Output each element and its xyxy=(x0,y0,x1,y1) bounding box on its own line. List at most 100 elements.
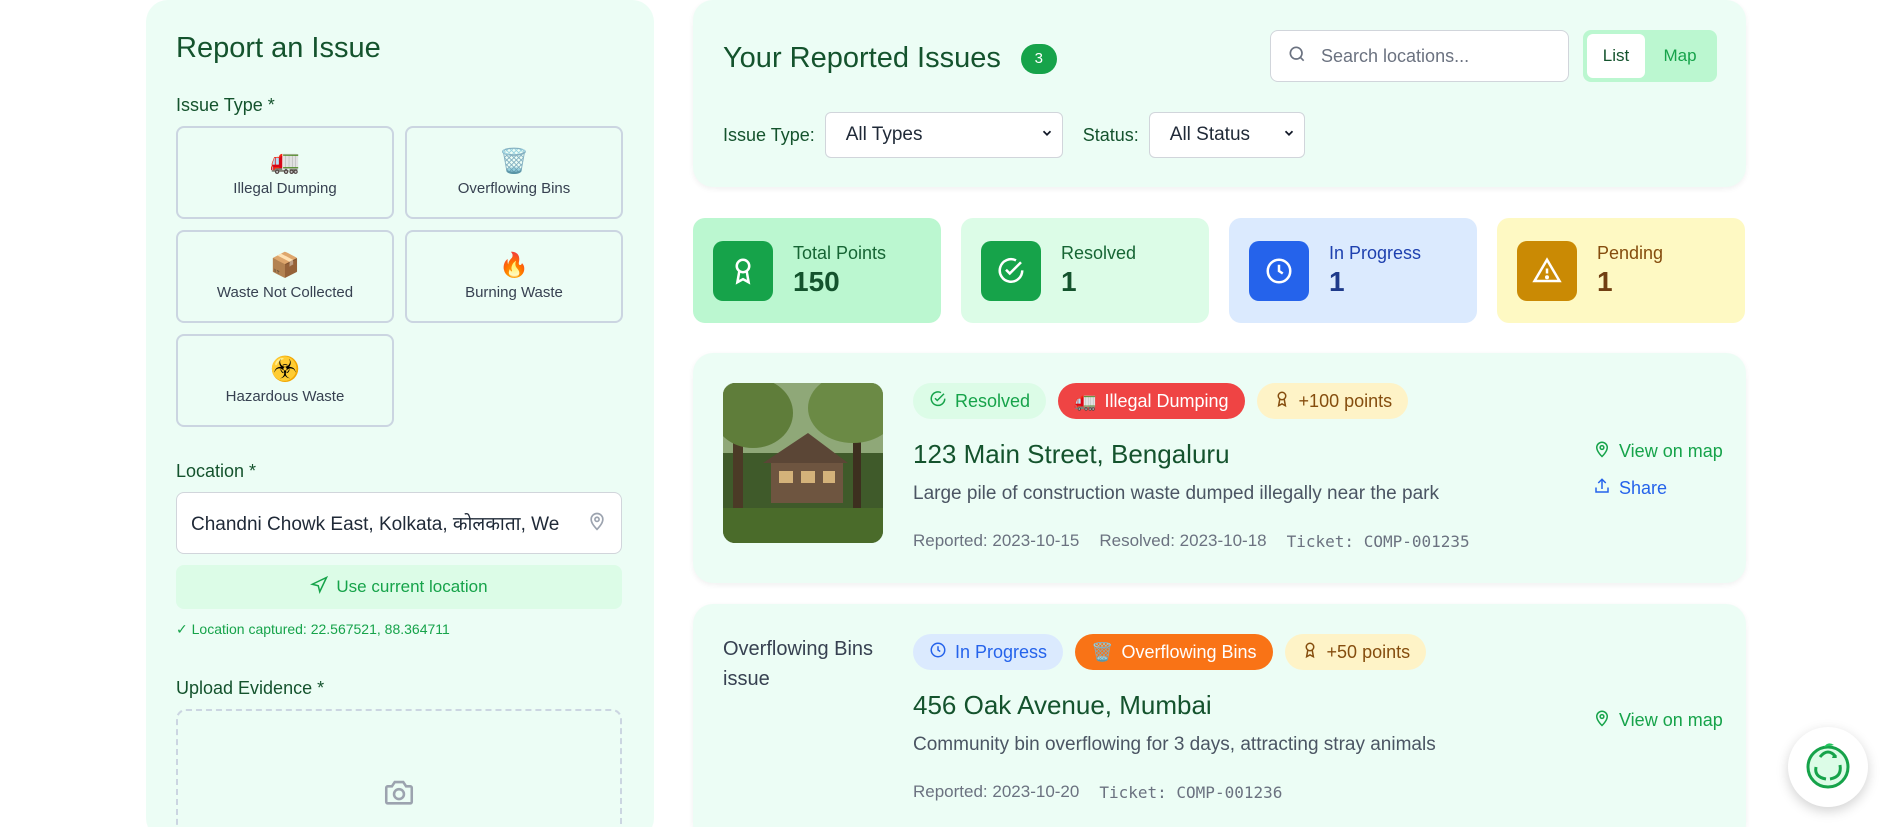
report-form-title: Report an Issue xyxy=(176,32,381,64)
stat-value: 150 xyxy=(793,266,840,297)
report-form-panel: Report an Issue Issue Type * 🚛 Illegal D… xyxy=(146,0,654,827)
view-on-map-link[interactable]: View on map xyxy=(1593,439,1723,464)
issue-type-waste-not-collected[interactable]: 📦 Waste Not Collected xyxy=(176,230,394,323)
recycle-assistant-button[interactable] xyxy=(1788,727,1868,807)
check-circle-icon xyxy=(929,390,947,413)
use-current-location-button[interactable]: Use current location xyxy=(176,565,622,609)
status-badge-label: In Progress xyxy=(955,641,1048,662)
issues-header: Your Reported Issues 3 Search locations.… xyxy=(693,0,1746,187)
search-placeholder: Search locations... xyxy=(1321,45,1470,66)
stat-value: 1 xyxy=(1061,266,1077,297)
issue-address: 456 Oak Avenue, Mumbai xyxy=(913,690,1212,720)
issue-type-hazardous-waste[interactable]: ☣️ Hazardous Waste xyxy=(176,334,394,427)
status-badge: Resolved xyxy=(913,383,1047,419)
issue-actions: View on map Share xyxy=(1593,439,1723,501)
ticket-id: Ticket: COMP-001236 xyxy=(1099,782,1283,802)
issue-description: Large pile of construction waste dumped … xyxy=(913,483,1439,504)
reported-date: Reported: 2023-10-15 xyxy=(913,531,1080,550)
type-badge: 🚛 Illegal Dumping xyxy=(1058,383,1245,419)
search-input[interactable]: Search locations... xyxy=(1270,30,1569,82)
award-icon xyxy=(1273,390,1291,413)
issue-type-grid: 🚛 Illegal Dumping 🗑️ Overflowing Bins 📦 … xyxy=(176,126,624,427)
issue-type-burning-waste[interactable]: 🔥 Burning Waste xyxy=(405,230,623,323)
issue-type-label: Illegal Dumping xyxy=(233,180,337,197)
view-map-button[interactable]: Map xyxy=(1651,34,1709,78)
status-select[interactable]: All Status xyxy=(1148,112,1305,158)
type-badge-label: Overflowing Bins xyxy=(1121,641,1257,662)
stat-pending: Pending 1 xyxy=(1497,218,1745,323)
view-on-map-label: View on map xyxy=(1619,441,1723,461)
issue-type-select[interactable]: All Types xyxy=(824,112,1063,158)
recycle-icon xyxy=(1800,737,1856,798)
stat-in-progress: In Progress 1 xyxy=(1229,218,1477,323)
award-icon xyxy=(713,240,773,301)
share-link[interactable]: Share xyxy=(1593,476,1723,501)
location-captured-text: ✓ Location captured: 22.567521, 88.36471… xyxy=(176,621,450,637)
camera-icon xyxy=(379,775,419,814)
issue-type-filter-label: Issue Type: xyxy=(723,124,815,145)
clock-icon xyxy=(929,641,947,664)
issue-type-label: Issue Type * xyxy=(176,95,275,115)
issue-photo xyxy=(723,383,883,543)
status-badge: In Progress xyxy=(913,634,1064,670)
stat-value: 1 xyxy=(1597,266,1613,297)
stat-label: Total Points xyxy=(793,243,887,263)
issue-actions: View on map xyxy=(1593,708,1723,733)
app-page: Report an Issue Issue Type * 🚛 Illegal D… xyxy=(0,0,1892,827)
issue-type-illegal-dumping[interactable]: 🚛 Illegal Dumping xyxy=(176,126,394,219)
issue-tags: In Progress 🗑️ Overflowing Bins +50 poin… xyxy=(913,634,1427,670)
issues-title-row: Your Reported Issues 3 xyxy=(723,42,1057,75)
points-badge-label: +50 points xyxy=(1326,641,1411,662)
award-icon xyxy=(1301,641,1319,664)
map-pin-icon xyxy=(1593,708,1611,733)
use-current-location-label: Use current location xyxy=(336,577,488,596)
issue-description: Community bin overflowing for 3 days, at… xyxy=(913,734,1436,755)
stat-value: 1 xyxy=(1329,266,1345,297)
view-toggle: List Map xyxy=(1583,30,1717,82)
view-list-button[interactable]: List xyxy=(1587,34,1645,78)
issue-type-label: Hazardous Waste xyxy=(225,388,345,405)
issue-meta: Reported: 2023-10-15 Resolved: 2023-10-1… xyxy=(913,531,1470,551)
truck-icon: 🚛 xyxy=(270,148,300,175)
issues-title: Your Reported Issues xyxy=(723,42,1001,74)
resolved-date: Resolved: 2023-10-18 xyxy=(1099,531,1267,550)
issue-type-overflowing-bins[interactable]: 🗑️ Overflowing Bins xyxy=(405,126,623,219)
stat-label: Resolved xyxy=(1061,243,1137,263)
trash-bin-icon: 🗑️ xyxy=(499,148,529,175)
upload-dropzone[interactable] xyxy=(176,709,622,827)
status-filter-label: Status: xyxy=(1082,124,1139,145)
share-icon xyxy=(1593,476,1611,501)
location-input[interactable]: Chandni Chowk East, Kolkata, कोलकाता, We xyxy=(176,492,622,554)
issue-card: Overflowing Bins issue In Progress 🗑️ Ov… xyxy=(693,604,1746,827)
points-badge-label: +100 points xyxy=(1298,390,1393,411)
points-badge: +50 points xyxy=(1284,634,1427,670)
issue-card: Resolved 🚛 Illegal Dumping +100 points 1… xyxy=(693,353,1746,583)
issue-type-label: Overflowing Bins xyxy=(457,180,571,197)
issue-photo-broken: Overflowing Bins issue xyxy=(723,634,883,694)
issue-tags: Resolved 🚛 Illegal Dumping +100 points xyxy=(913,383,1409,419)
chevron-down-icon xyxy=(1282,124,1296,146)
check-circle-icon xyxy=(981,240,1041,301)
stat-resolved: Resolved 1 xyxy=(961,218,1209,323)
warning-icon xyxy=(1517,240,1577,301)
map-pin-icon xyxy=(587,510,607,537)
issue-address: 123 Main Street, Bengaluru xyxy=(913,439,1230,469)
chevron-down-icon xyxy=(1040,124,1054,146)
issue-type-label: Waste Not Collected xyxy=(216,284,354,301)
view-on-map-link[interactable]: View on map xyxy=(1593,708,1723,733)
search-icon xyxy=(1287,44,1307,69)
status-badge-label: Resolved xyxy=(955,390,1031,411)
ticket-id: Ticket: COMP-001235 xyxy=(1286,531,1470,551)
issue-type-select-value: All Types xyxy=(845,124,923,145)
stat-total-points: Total Points 150 xyxy=(693,218,941,323)
type-badge: 🗑️ Overflowing Bins xyxy=(1075,634,1273,670)
view-on-map-label: View on map xyxy=(1619,710,1723,730)
upload-evidence-label: Upload Evidence * xyxy=(176,678,325,698)
biohazard-icon: ☣️ xyxy=(270,356,300,383)
clock-icon xyxy=(1249,240,1309,301)
issue-meta: Reported: 2023-10-20 Ticket: COMP-001236 xyxy=(913,782,1282,802)
status-select-value: All Status xyxy=(1169,124,1251,145)
location-label: Location * xyxy=(176,461,257,481)
issues-count-badge: 3 xyxy=(1020,43,1057,74)
issue-type-label: Burning Waste xyxy=(465,284,563,301)
